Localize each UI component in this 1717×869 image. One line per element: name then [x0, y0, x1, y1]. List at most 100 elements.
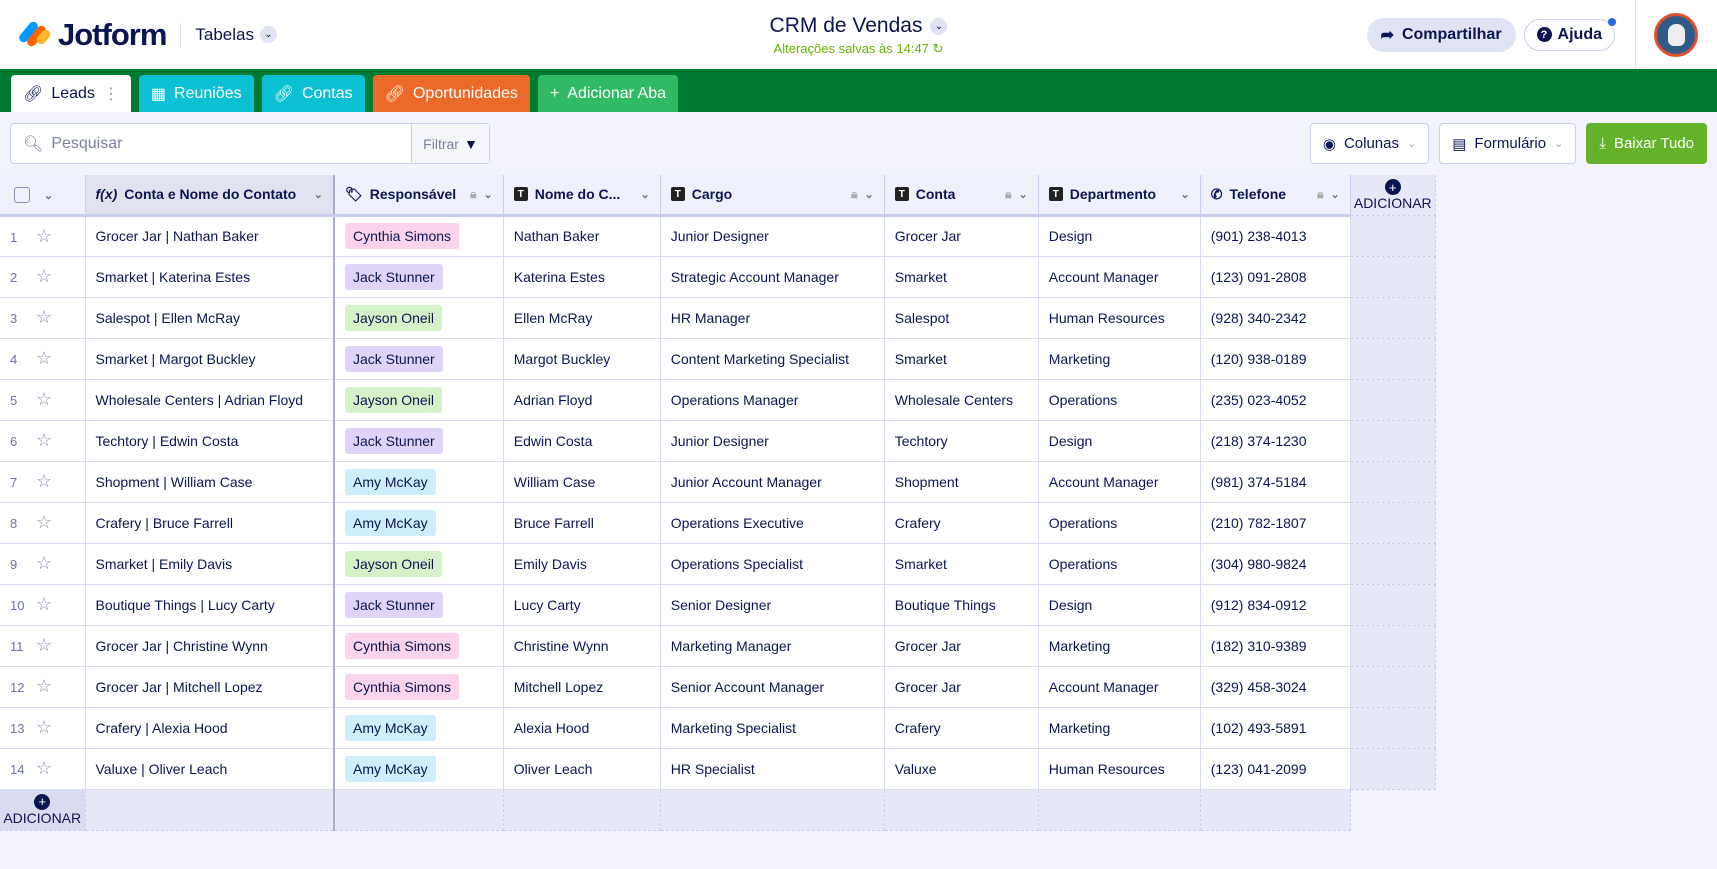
tab-oportunidades[interactable]: 🔗︎ Oportunidades: [372, 75, 530, 112]
column-header[interactable]: T Departmento ⌄: [1038, 175, 1201, 217]
cell[interactable]: William Case: [503, 461, 661, 503]
cell[interactable]: Smarket: [884, 543, 1039, 585]
cell[interactable]: Bruce Farrell: [503, 502, 661, 544]
cell-owner[interactable]: Jack Stunner: [334, 338, 504, 380]
product-switcher[interactable]: Tabelas ⌄: [195, 25, 277, 45]
star-icon[interactable]: ☆: [36, 676, 52, 696]
cell[interactable]: Nathan Baker: [503, 215, 661, 257]
cell[interactable]: Senior Account Manager: [660, 666, 885, 708]
cell[interactable]: Account Manager: [1038, 461, 1201, 503]
star-icon[interactable]: ☆: [36, 758, 52, 778]
table-row[interactable]: 10 ☆ Boutique Things | Lucy Carty Jack Stun…: [0, 584, 1436, 626]
table-row[interactable]: 8 ☆ Crafery | Bruce Farrell Amy McKay Bruce …: [0, 502, 1436, 544]
cell[interactable]: Operations Specialist: [660, 543, 885, 585]
cell[interactable]: (218) 374-1230: [1200, 420, 1351, 462]
cell[interactable]: (235) 023-4052: [1200, 379, 1351, 421]
cell[interactable]: Crafery: [884, 502, 1039, 544]
star-icon[interactable]: ☆: [36, 512, 52, 532]
cell[interactable]: Junior Designer: [660, 420, 885, 462]
cell[interactable]: Alexia Hood: [503, 707, 661, 749]
cell[interactable]: Junior Account Manager: [660, 461, 885, 503]
add-column-button[interactable]: + ADICIONAR: [1350, 175, 1436, 216]
tab-adicionar-aba[interactable]: + Adicionar Aba: [537, 75, 679, 112]
cell[interactable]: Techtory | Edwin Costa: [85, 420, 335, 462]
cell[interactable]: Marketing Specialist: [660, 707, 885, 749]
cell[interactable]: Design: [1038, 420, 1201, 462]
cell[interactable]: Lucy Carty: [503, 584, 661, 626]
column-header[interactable]: f(x) Conta e Nome do Contato ⌄: [85, 175, 335, 217]
star-icon[interactable]: ☆: [36, 471, 52, 491]
table-row[interactable]: 2 ☆ Smarket | Katerina Estes Jack Stunner Ka…: [0, 256, 1436, 298]
cell-owner[interactable]: Jayson Oneil: [334, 543, 504, 585]
cell[interactable]: Boutique Things: [884, 584, 1039, 626]
cell[interactable]: Grocer Jar: [884, 666, 1039, 708]
cell[interactable]: Smarket: [884, 338, 1039, 380]
cell-owner[interactable]: Amy McKay: [334, 461, 504, 503]
star-icon[interactable]: ☆: [36, 389, 52, 409]
cell[interactable]: Adrian Floyd: [503, 379, 661, 421]
cell[interactable]: Salespot: [884, 297, 1039, 339]
table-row[interactable]: 5 ☆ Wholesale Centers | Adrian Floyd Jayson…: [0, 379, 1436, 421]
cell[interactable]: Margot Buckley: [503, 338, 661, 380]
cell[interactable]: Content Marketing Specialist: [660, 338, 885, 380]
chevron-down-icon[interactable]: ⌄: [1331, 188, 1340, 201]
tab-contas[interactable]: 🔗︎ Contas: [261, 75, 365, 112]
cell[interactable]: HR Manager: [660, 297, 885, 339]
cell[interactable]: Wholesale Centers: [884, 379, 1039, 421]
cell[interactable]: Ellen McRay: [503, 297, 661, 339]
cell[interactable]: Crafery | Alexia Hood: [85, 707, 335, 749]
more-options-icon[interactable]: ⋮: [103, 84, 119, 104]
cell[interactable]: Strategic Account Manager: [660, 256, 885, 298]
cell-owner[interactable]: Amy McKay: [334, 707, 504, 749]
cell[interactable]: Operations Executive: [660, 502, 885, 544]
cell-owner[interactable]: Cynthia Simons: [334, 625, 504, 667]
table-row[interactable]: 4 ☆ Smarket | Margot Buckley Jack Stunner Ma…: [0, 338, 1436, 380]
table-row[interactable]: 12 ☆ Grocer Jar | Mitchell Lopez Cynthia Si…: [0, 666, 1436, 708]
cell[interactable]: Emily Davis: [503, 543, 661, 585]
cell-owner[interactable]: Jack Stunner: [334, 584, 504, 626]
columns-button[interactable]: ◉ Colunas ⌄: [1309, 123, 1430, 164]
search-input[interactable]: 🔍︎ Pesquisar: [11, 124, 411, 163]
column-header[interactable]: 🏷︎ Responsável 🔒︎ ⌄: [334, 175, 504, 217]
star-icon[interactable]: ☆: [36, 348, 52, 368]
cell[interactable]: (928) 340-2342: [1200, 297, 1351, 339]
share-button[interactable]: ➦ Compartilhar: [1366, 17, 1516, 52]
table-title[interactable]: CRM de Vendas ⌄: [770, 14, 948, 38]
cell-owner[interactable]: Jayson Oneil: [334, 379, 504, 421]
cell[interactable]: HR Specialist: [660, 748, 885, 790]
cell[interactable]: Operations: [1038, 502, 1201, 544]
tab-reuniões[interactable]: ▦ Reuniões: [138, 75, 254, 112]
cell[interactable]: Operations: [1038, 379, 1201, 421]
cell-owner[interactable]: Jayson Oneil: [334, 297, 504, 339]
cell-owner[interactable]: Jack Stunner: [334, 256, 504, 298]
table-row[interactable]: 14 ☆ Valuxe | Oliver Leach Amy McKay Oliver …: [0, 748, 1436, 790]
cell[interactable]: Valuxe: [884, 748, 1039, 790]
cell[interactable]: (901) 238-4013: [1200, 215, 1351, 257]
cell[interactable]: Grocer Jar | Mitchell Lopez: [85, 666, 335, 708]
help-button[interactable]: ? Ajuda: [1523, 17, 1616, 51]
cell-owner[interactable]: Amy McKay: [334, 502, 504, 544]
cell[interactable]: Smarket | Margot Buckley: [85, 338, 335, 380]
cell[interactable]: (210) 782-1807: [1200, 502, 1351, 544]
cell[interactable]: Christine Wynn: [503, 625, 661, 667]
star-icon[interactable]: ☆: [36, 635, 52, 655]
cell[interactable]: (120) 938-0189: [1200, 338, 1351, 380]
table-row[interactable]: 9 ☆ Smarket | Emily Davis Jayson Oneil Emily…: [0, 543, 1436, 585]
chevron-down-icon[interactable]: ⌄: [1019, 188, 1028, 201]
cell[interactable]: Junior Designer: [660, 215, 885, 257]
add-row-button[interactable]: + ADICIONAR: [0, 789, 86, 831]
table-row[interactable]: 11 ☆ Grocer Jar | Christine Wynn Cynthia Si…: [0, 625, 1436, 667]
cell[interactable]: (182) 310-9389: [1200, 625, 1351, 667]
cell[interactable]: Valuxe | Oliver Leach: [85, 748, 335, 790]
star-icon[interactable]: ☆: [36, 553, 52, 573]
cell[interactable]: Shopment | William Case: [85, 461, 335, 503]
chevron-down-icon[interactable]: ⌄: [44, 190, 53, 202]
table-row[interactable]: 7 ☆ Shopment | William Case Amy McKay Willia…: [0, 461, 1436, 503]
star-icon[interactable]: ☆: [36, 226, 52, 246]
cell-owner[interactable]: Cynthia Simons: [334, 215, 504, 257]
cell[interactable]: Edwin Costa: [503, 420, 661, 462]
chevron-down-icon[interactable]: ⌄: [314, 188, 323, 201]
cell[interactable]: (123) 041-2099: [1200, 748, 1351, 790]
star-icon[interactable]: ☆: [36, 594, 52, 614]
cell[interactable]: Smarket | Katerina Estes: [85, 256, 335, 298]
